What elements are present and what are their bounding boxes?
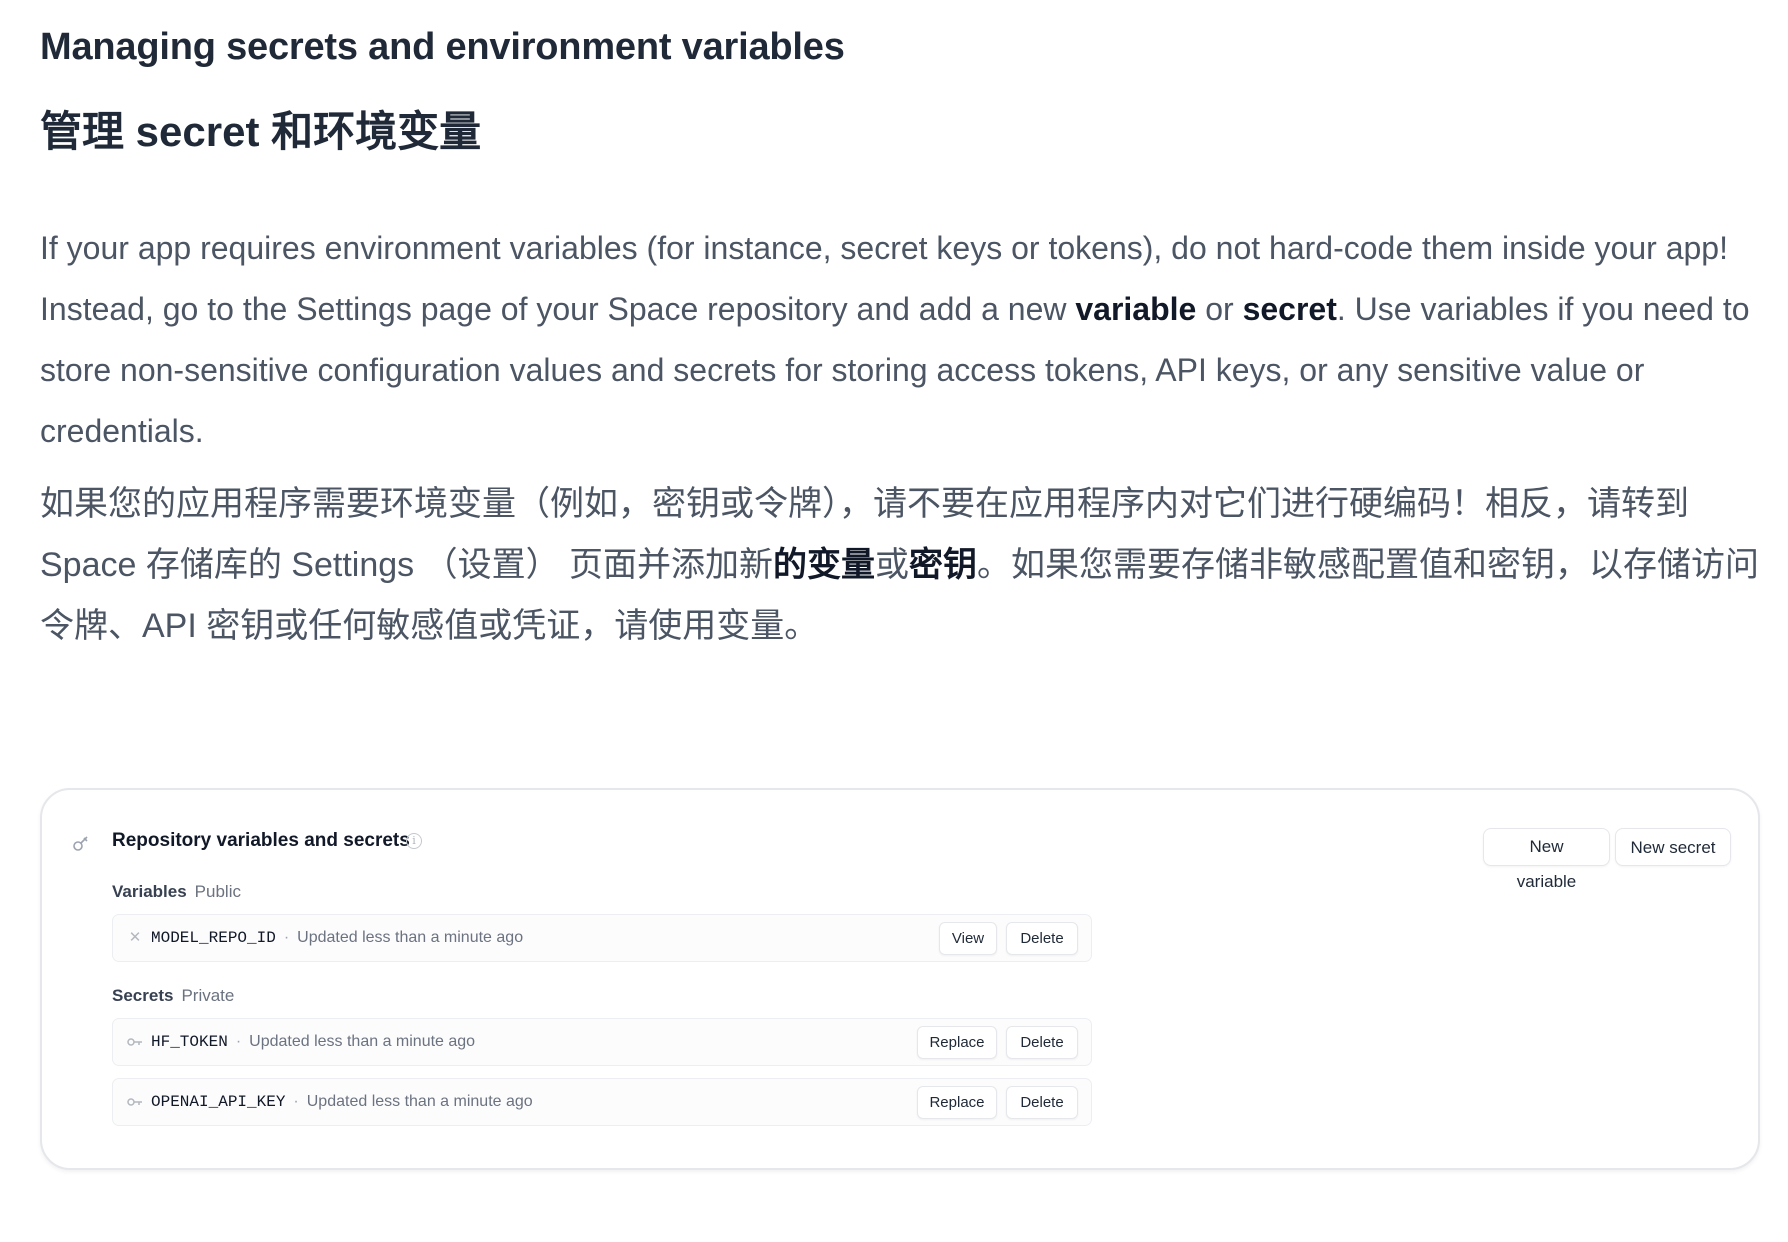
row-separator: · (293, 1093, 299, 1110)
variable-row: ✕ MODEL_REPO_ID · Updated less than a minu… (112, 914, 1092, 962)
variable-updated-time: Updated less than a minute ago (297, 929, 524, 946)
delete-button[interactable]: Delete (1006, 922, 1078, 955)
heading-zh: 管理 secret 和环境变量 (40, 108, 482, 155)
secret-updated-time: Updated less than a minute ago (306, 1093, 533, 1110)
replace-button[interactable]: Replace (917, 1026, 997, 1059)
secret-updated-time: Updated less than a minute ago (249, 1033, 476, 1050)
secrets-section-label: Secrets Private (112, 986, 234, 1006)
para-zh-text-2: 或 (875, 546, 910, 584)
view-button[interactable]: View (939, 922, 997, 955)
paragraph-en: If your app requires environment variabl… (40, 218, 1760, 462)
replace-button[interactable]: Replace (917, 1086, 997, 1119)
repo-variables-panel: Repository variables and secrets i New v… (40, 788, 1760, 1170)
secret-row: HF_TOKEN · Updated less than a minute ago … (112, 1018, 1092, 1066)
delete-button[interactable]: Delete (1006, 1086, 1078, 1119)
secret-row: OPENAI_API_KEY · Updated less than a minut… (112, 1078, 1092, 1126)
secret-name: OPENAI_API_KEY (151, 1093, 286, 1111)
info-icon[interactable]: i (406, 833, 422, 849)
delete-button[interactable]: Delete (1006, 1026, 1078, 1059)
heading-en: Managing secrets and environment variabl… (40, 26, 845, 68)
para-zh-bold-variable: 的变量 (773, 546, 876, 584)
variables-label: Variables (112, 882, 187, 901)
secret-row-text: HF_TOKEN · Updated less than a minute ago (151, 1033, 475, 1051)
para-zh-bold-secret: 密钥 (909, 546, 978, 584)
secret-name: HF_TOKEN (151, 1033, 228, 1051)
row-separator: · (283, 929, 290, 946)
panel-title: Repository variables and secrets (112, 830, 410, 851)
para-en-bold-secret: secret (1242, 291, 1337, 327)
secrets-label: Secrets (112, 986, 174, 1005)
variable-row-text: MODEL_REPO_ID · Updated less than a minute… (151, 929, 523, 947)
variable-name: MODEL_REPO_ID (151, 929, 276, 947)
para-en-bold-variable: variable (1075, 291, 1197, 327)
variables-visibility: Public (194, 882, 241, 901)
key-icon (127, 1098, 142, 1106)
secrets-visibility: Private (181, 986, 235, 1005)
new-secret-button[interactable]: New secret (1615, 828, 1731, 866)
new-variable-button[interactable]: New variable (1483, 828, 1610, 891)
key-settings-icon (73, 836, 88, 851)
para-en-text-2: or (1196, 291, 1243, 327)
secret-row-text: OPENAI_API_KEY · Updated less than a minut… (151, 1093, 533, 1111)
variable-x-icon: ✕ (128, 929, 142, 946)
row-separator: · (235, 1033, 242, 1050)
key-icon (127, 1038, 142, 1046)
paragraph-zh: 如果您的应用程序需要环境变量（例如，密钥或令牌），请不要在应用程序内对它们进行硬… (40, 474, 1760, 657)
variables-section-label: Variables Public (112, 882, 241, 902)
